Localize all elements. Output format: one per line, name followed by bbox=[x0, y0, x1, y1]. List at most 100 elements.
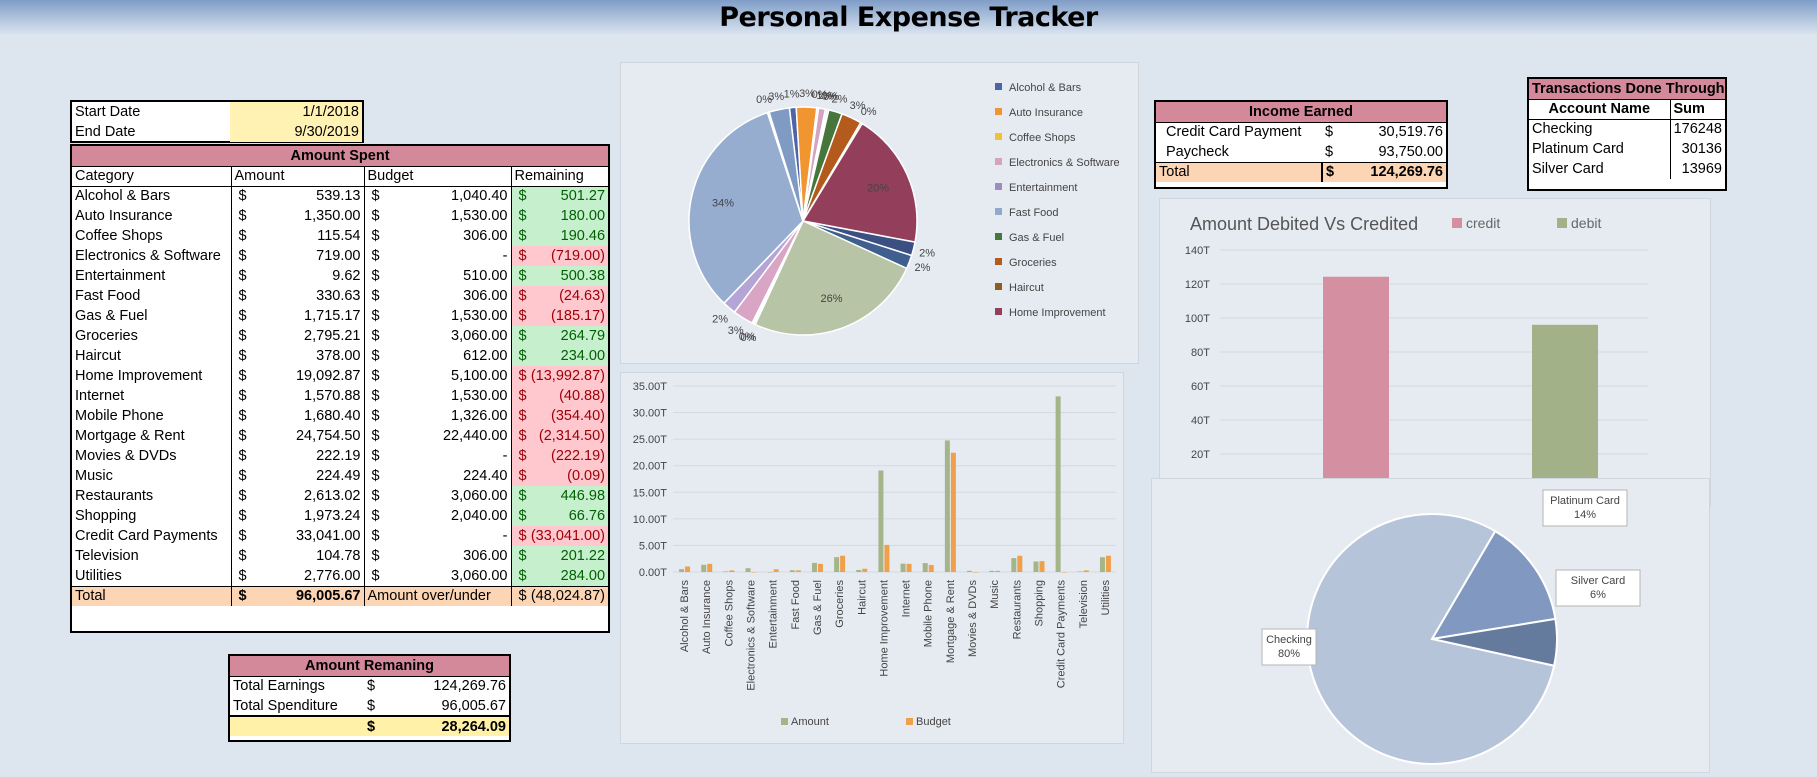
legend-swatch bbox=[995, 308, 1002, 315]
bar[interactable] bbox=[878, 470, 884, 572]
pie-callout-value: 6% bbox=[1590, 589, 1606, 601]
legend-swatch bbox=[995, 133, 1002, 140]
bar[interactable] bbox=[989, 570, 995, 572]
bar[interactable] bbox=[995, 570, 1001, 572]
category-pie-panel[interactable]: 1% 3% 0% 1% 0% 0% 2% 3% 0% 20% 2% 2% 26% 0% 0% 3% 2% 34% 0… bbox=[620, 62, 1139, 364]
bar[interactable] bbox=[856, 569, 862, 572]
bar[interactable] bbox=[840, 555, 846, 572]
bar[interactable] bbox=[751, 572, 757, 573]
bar[interactable] bbox=[906, 563, 912, 572]
income-earned-header: Income Earned bbox=[1156, 102, 1446, 123]
category-cell: Credit Card Payments bbox=[72, 526, 232, 546]
legend-entry: Amount bbox=[791, 716, 829, 728]
legend-swatch bbox=[995, 208, 1002, 215]
bar[interactable] bbox=[1055, 396, 1061, 572]
legend-entry: Entertainment bbox=[1009, 182, 1077, 194]
account-sum: 176248 bbox=[1673, 121, 1722, 138]
bar[interactable] bbox=[950, 452, 956, 572]
remaining-cell: $ (13,992.87) bbox=[511, 366, 609, 386]
table-row: Electronics & Software $719.00 $ - $ (719.00) bbox=[72, 246, 609, 266]
bar[interactable] bbox=[1017, 555, 1023, 572]
income-total-label: Total bbox=[1159, 164, 1190, 181]
amount-cell: $330.63 bbox=[231, 286, 365, 306]
pie-data-label: 3% bbox=[768, 91, 784, 103]
table-row: Music $224.49 $224.40 $ (0.09) bbox=[72, 466, 609, 486]
table-row: Groceries $2,795.21 $3,060.00 $264.79 bbox=[72, 326, 609, 346]
bar[interactable] bbox=[973, 572, 979, 573]
category-cell: Television bbox=[72, 546, 232, 566]
bar[interactable] bbox=[862, 568, 868, 572]
bar[interactable] bbox=[834, 557, 840, 572]
amount-cell: $2,795.21 bbox=[231, 326, 365, 346]
bar[interactable] bbox=[944, 440, 950, 572]
budget-cell: $ - bbox=[364, 526, 512, 546]
bar[interactable] bbox=[1039, 561, 1045, 572]
bar[interactable] bbox=[1077, 571, 1083, 572]
bar[interactable] bbox=[707, 563, 713, 572]
bar[interactable] bbox=[773, 569, 779, 572]
end-date-value[interactable]: 9/30/2019 bbox=[230, 122, 362, 142]
bar[interactable] bbox=[767, 571, 773, 573]
table-row: Television $104.78 $306.00 $201.22 bbox=[72, 546, 609, 566]
bar[interactable] bbox=[679, 569, 685, 572]
remaining-cell: $201.22 bbox=[511, 546, 609, 566]
bar[interactable] bbox=[884, 544, 890, 572]
amount-budget-bar-panel[interactable]: 0.00T 5.00T 10.00T 15.00T 20.00T 25.00T 30.00T… bbox=[620, 372, 1124, 744]
bar[interactable] bbox=[701, 564, 707, 572]
start-date-value[interactable]: 1/1/2018 bbox=[230, 102, 362, 122]
bar[interactable] bbox=[685, 566, 691, 572]
legend-entry: Auto Insurance bbox=[1009, 107, 1083, 119]
bar[interactable] bbox=[789, 570, 795, 572]
bar[interactable] bbox=[745, 568, 751, 572]
bar[interactable] bbox=[928, 564, 934, 572]
x-tick-label: Music bbox=[989, 580, 1001, 609]
budget-cell: $3,060.00 bbox=[364, 566, 512, 586]
account-pie-panel[interactable]: Platinum Card 14% Silver Card 6% Checking 80% bbox=[1151, 478, 1710, 773]
bar[interactable] bbox=[811, 562, 817, 572]
bar[interactable] bbox=[1011, 558, 1017, 572]
legend-swatch bbox=[995, 283, 1002, 290]
category-cell: Internet bbox=[72, 386, 232, 406]
bar[interactable] bbox=[900, 563, 906, 572]
y-tick-label: 100T bbox=[1185, 313, 1210, 325]
budget-cell: $5,100.00 bbox=[364, 366, 512, 386]
table-row: Alcohol & Bars $539.13 $1,040.40 $501.27 bbox=[72, 186, 609, 206]
spent-column-header: Budget bbox=[364, 166, 512, 186]
account-name: Silver Card bbox=[1529, 159, 1671, 179]
bar[interactable] bbox=[1099, 557, 1105, 572]
bar[interactable] bbox=[1033, 561, 1039, 572]
category-cell: Auto Insurance bbox=[72, 206, 232, 226]
budget-cell: $1,530.00 bbox=[364, 206, 512, 226]
legend-swatch bbox=[995, 183, 1002, 190]
amount-spent-table: Amount Spent Category Amount Budget Remaini… bbox=[70, 144, 610, 633]
bar[interactable] bbox=[967, 570, 973, 572]
category-cell: Music bbox=[72, 466, 232, 486]
bar[interactable] bbox=[1083, 570, 1089, 572]
bar[interactable] bbox=[922, 563, 928, 572]
income-total-value: 124,269.76 bbox=[1370, 164, 1443, 181]
x-tick-label: Home Improvement bbox=[878, 580, 890, 677]
bar[interactable] bbox=[1532, 324, 1598, 488]
bar[interactable] bbox=[1061, 572, 1067, 573]
table-row: Gas & Fuel $1,715.17 $1,530.00 $ (185.17) bbox=[72, 306, 609, 326]
bar[interactable] bbox=[1323, 276, 1389, 488]
bar[interactable] bbox=[729, 570, 735, 572]
bar[interactable] bbox=[723, 571, 729, 572]
bar[interactable] bbox=[795, 570, 801, 572]
bar[interactable] bbox=[1105, 555, 1111, 572]
bar[interactable] bbox=[817, 563, 823, 572]
budget-cell: $510.00 bbox=[364, 266, 512, 286]
y-tick-label: 25.00T bbox=[633, 434, 668, 446]
legend-entry: Gas & Fuel bbox=[1009, 232, 1064, 244]
debit-credit-bar-panel[interactable]: Amount Debited Vs Credited0T20T40T60T80T… bbox=[1159, 198, 1711, 507]
legend-entry: Alcohol & Bars bbox=[1009, 82, 1082, 94]
amount-cell: $104.78 bbox=[231, 546, 365, 566]
legend-entry: Groceries bbox=[1009, 257, 1057, 269]
category-cell: Fast Food bbox=[72, 286, 232, 306]
budget-cell: $3,060.00 bbox=[364, 326, 512, 346]
remaining-cell: $180.00 bbox=[511, 206, 609, 226]
pie-callout-value: 14% bbox=[1574, 509, 1596, 521]
legend-entry: credit bbox=[1466, 215, 1500, 231]
amount-cell: $9.62 bbox=[231, 266, 365, 286]
budget-cell: $1,040.40 bbox=[364, 186, 512, 206]
